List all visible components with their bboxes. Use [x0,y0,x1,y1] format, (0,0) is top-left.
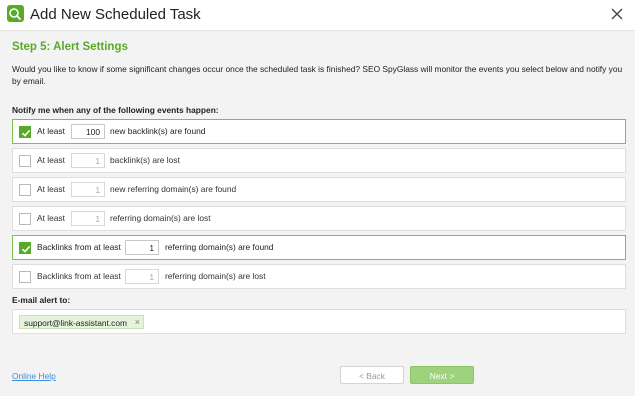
event-checkbox[interactable] [19,155,31,167]
title-bar: Add New Scheduled Task [0,0,635,30]
email-recipients-field[interactable]: support@link-assistant.com × [12,309,626,334]
threshold-input[interactable]: 1 [71,182,105,197]
dialog-content: Step 5: Alert Settings Would you like to… [0,30,635,356]
event-suffix: new backlink(s) are found [110,126,206,136]
event-checkbox[interactable] [19,271,31,283]
window-title: Add New Scheduled Task [30,6,201,23]
email-recipient-address: support@link-assistant.com [24,318,127,328]
online-help-link[interactable]: Online Help [12,371,56,381]
event-suffix: backlink(s) are lost [110,155,180,165]
next-button[interactable]: Next > [410,366,474,384]
remove-recipient-icon[interactable]: × [135,317,140,327]
event-checkbox[interactable] [19,213,31,225]
close-icon[interactable] [607,4,627,24]
threshold-input[interactable]: 1 [71,211,105,226]
event-suffix: referring domain(s) are lost [110,213,211,223]
event-row-referring-domains-found[interactable]: At least 1 new referring domain(s) are f… [12,177,626,202]
event-row-new-backlinks-found[interactable]: At least 100 new backlink(s) are found [12,119,626,144]
event-prefix: At least [37,126,65,136]
event-row-backlinks-from-domains-found[interactable]: Backlinks from at least 1 referring doma… [12,235,626,260]
event-row-referring-domains-lost[interactable]: At least 1 referring domain(s) are lost [12,206,626,231]
step-description: Would you like to know if some significa… [12,64,623,86]
dialog-footer: Online Help < Back Next > [0,356,635,396]
event-prefix: Backlinks from at least [37,271,121,281]
app-logo-icon [7,5,24,22]
step-title: Step 5: Alert Settings [12,41,128,53]
event-checkbox[interactable] [19,184,31,196]
event-row-backlinks-lost[interactable]: At least 1 backlink(s) are lost [12,148,626,173]
threshold-input[interactable]: 1 [71,153,105,168]
event-prefix: At least [37,155,65,165]
event-suffix: referring domain(s) are lost [165,271,266,281]
notify-label: Notify me when any of the following even… [12,105,219,115]
threshold-input[interactable]: 1 [125,240,159,255]
email-alert-label: E-mail alert to: [12,295,71,305]
threshold-input[interactable]: 100 [71,124,105,139]
event-suffix: referring domain(s) are found [165,242,274,252]
event-suffix: new referring domain(s) are found [110,184,237,194]
event-prefix: At least [37,213,65,223]
email-recipient-chip: support@link-assistant.com × [19,315,144,329]
back-button[interactable]: < Back [340,366,404,384]
event-prefix: Backlinks from at least [37,242,121,252]
event-prefix: At least [37,184,65,194]
threshold-input[interactable]: 1 [125,269,159,284]
event-row-backlinks-from-domains-lost[interactable]: Backlinks from at least 1 referring doma… [12,264,626,289]
event-checkbox[interactable] [19,126,31,138]
event-checkbox[interactable] [19,242,31,254]
